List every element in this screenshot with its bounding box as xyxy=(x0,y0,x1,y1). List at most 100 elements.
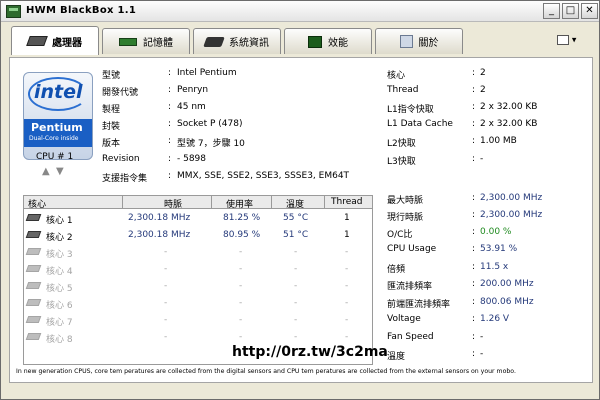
perf-key: 前端匯流排頻率 xyxy=(387,300,451,310)
perf-value: 1.26 V xyxy=(480,314,510,324)
cpu-prev-button[interactable]: ▲ xyxy=(42,166,50,177)
core-name: 核心 7 xyxy=(46,318,73,328)
table-row[interactable]: 核心 2 2,300.18 MHz 80.95 % 51 °C 1 xyxy=(24,228,372,245)
core-thread: - xyxy=(345,247,349,257)
cache-key: L1指令快取 xyxy=(387,105,434,115)
cpu-next-button[interactable]: ▼ xyxy=(56,166,64,177)
cache-value: 1.00 MB xyxy=(480,136,517,146)
core-usage: - xyxy=(239,281,243,291)
column-header: Thread xyxy=(331,197,363,207)
core-chip-icon xyxy=(25,248,42,255)
perf-key: 現行時脈 xyxy=(387,213,424,223)
core-clock: - xyxy=(164,247,168,257)
info-value: 45 nm xyxy=(177,102,206,112)
logo-subtitle: Dual-Core inside xyxy=(29,135,79,142)
perf-key: CPU Usage xyxy=(387,244,437,254)
title-bar[interactable]: HWM BlackBox 1.1 _ □ ✕ xyxy=(1,1,599,22)
footnote: In new generation CPUS, core tem peratur… xyxy=(16,368,516,375)
tab-memory[interactable]: 記憶體 xyxy=(102,28,190,54)
core-clock: 2,300.18 MHz xyxy=(128,213,191,223)
cache-key: L2快取 xyxy=(387,139,416,149)
info-value: Socket P (478) xyxy=(177,119,243,129)
tab-label: 關於 xyxy=(418,38,439,49)
table-row: 核心 4 - - - - xyxy=(24,262,372,279)
processor-panel: intel Pentium Dual-Core inside CPU # 1 ▲… xyxy=(9,57,593,383)
info-key: 型號 xyxy=(102,71,121,81)
perf-key: 最大時脈 xyxy=(387,196,424,206)
close-button[interactable]: ✕ xyxy=(581,3,598,19)
perf-value: 0.00 % xyxy=(480,227,512,237)
tab-system-info[interactable]: 系統資訊 xyxy=(193,28,281,54)
core-name: 核心 5 xyxy=(46,284,73,294)
table-row: 核心 6 - - - - xyxy=(24,296,372,313)
perf-value: 2,300.00 MHz xyxy=(480,193,543,203)
cache-key: Thread xyxy=(387,85,419,95)
core-name: 核心 4 xyxy=(46,267,73,277)
cache-key: L3快取 xyxy=(387,157,416,167)
info-value: Intel Pentium xyxy=(177,68,237,78)
core-thread: - xyxy=(345,298,349,308)
core-temp: - xyxy=(294,298,298,308)
logo-brand: intel xyxy=(34,81,83,103)
core-thread: - xyxy=(345,315,349,325)
core-usage: - xyxy=(239,332,243,342)
info-key: 製程 xyxy=(102,105,121,115)
table-row: 核心 5 - - - - xyxy=(24,279,372,296)
core-temp: - xyxy=(294,332,298,342)
cache-value: 2 x 32.00 KB xyxy=(480,119,538,129)
logo-product: Pentium xyxy=(31,121,83,134)
memory-module-icon xyxy=(119,37,137,46)
core-name: 核心 1 xyxy=(46,216,73,226)
info-key: 版本 xyxy=(102,139,121,149)
tab-label: 效能 xyxy=(328,38,348,49)
cpu-chip-icon xyxy=(26,36,48,46)
options-menu-button[interactable]: ▾ xyxy=(557,35,587,49)
info-key: 支援指令集 xyxy=(102,174,148,184)
core-usage: - xyxy=(239,264,243,274)
info-value: MMX, SSE, SSE2, SSE3, SSSE3, EM64T xyxy=(177,171,350,181)
tab-processor[interactable]: 處理器 xyxy=(11,26,99,55)
core-usage: - xyxy=(239,315,243,325)
system-icon xyxy=(203,36,225,47)
info-key: 封裝 xyxy=(102,122,121,132)
window-menu-icon xyxy=(557,35,569,45)
tab-label: 記憶體 xyxy=(143,38,173,49)
app-window: HWM BlackBox 1.1 _ □ ✕ 處理器 記憶體 系統資訊 效能 關… xyxy=(0,0,600,400)
info-value: 型號 7，步驟 10 xyxy=(177,139,245,149)
table-header: 核心 時脈 使用率 溫度 Thread xyxy=(24,196,372,210)
table-row[interactable]: 核心 1 2,300.18 MHz 81.25 % 55 °C 1 xyxy=(24,211,372,228)
table-row: 核心 3 - - - - xyxy=(24,245,372,262)
perf-key: 倍頻 xyxy=(387,265,406,275)
core-thread: 1 xyxy=(344,213,350,223)
tab-performance[interactable]: 效能 xyxy=(284,28,372,54)
cpu-selector-label: CPU # 1 xyxy=(36,152,74,162)
minimize-button[interactable]: _ xyxy=(543,3,560,19)
core-usage: 81.25 % xyxy=(223,213,261,223)
core-thread: - xyxy=(345,264,349,274)
perf-value: 800.06 MHz xyxy=(480,297,534,307)
perf-key: Fan Speed xyxy=(387,332,434,342)
perf-key: O/C比 xyxy=(387,230,413,240)
core-thread: - xyxy=(345,332,349,342)
tab-bar: 處理器 記憶體 系統資訊 效能 關於 ▾ xyxy=(1,23,599,56)
core-clock: - xyxy=(164,315,168,325)
maximize-button[interactable]: □ xyxy=(562,3,579,19)
table-row: 核心 7 - - - - xyxy=(24,313,372,330)
core-chip-icon xyxy=(25,333,42,340)
column-header: 溫度 xyxy=(286,200,305,210)
core-chip-icon xyxy=(25,231,42,238)
core-table: 核心 時脈 使用率 溫度 Thread 核心 1 2,300.18 MHz 81… xyxy=(23,195,373,365)
core-clock: - xyxy=(164,281,168,291)
core-temp: 55 °C xyxy=(283,213,309,223)
tab-about[interactable]: 關於 xyxy=(375,28,463,54)
perf-value: - xyxy=(480,349,484,359)
performance-icon xyxy=(308,35,322,48)
core-usage: 80.95 % xyxy=(223,230,261,240)
perf-key: 溫度 xyxy=(387,352,406,362)
about-icon xyxy=(399,35,413,48)
core-chip-icon xyxy=(25,265,42,272)
cpu-logo: intel Pentium Dual-Core inside xyxy=(23,72,93,160)
core-chip-icon xyxy=(25,214,42,221)
core-temp: 51 °C xyxy=(283,230,309,240)
core-name: 核心 6 xyxy=(46,301,73,311)
